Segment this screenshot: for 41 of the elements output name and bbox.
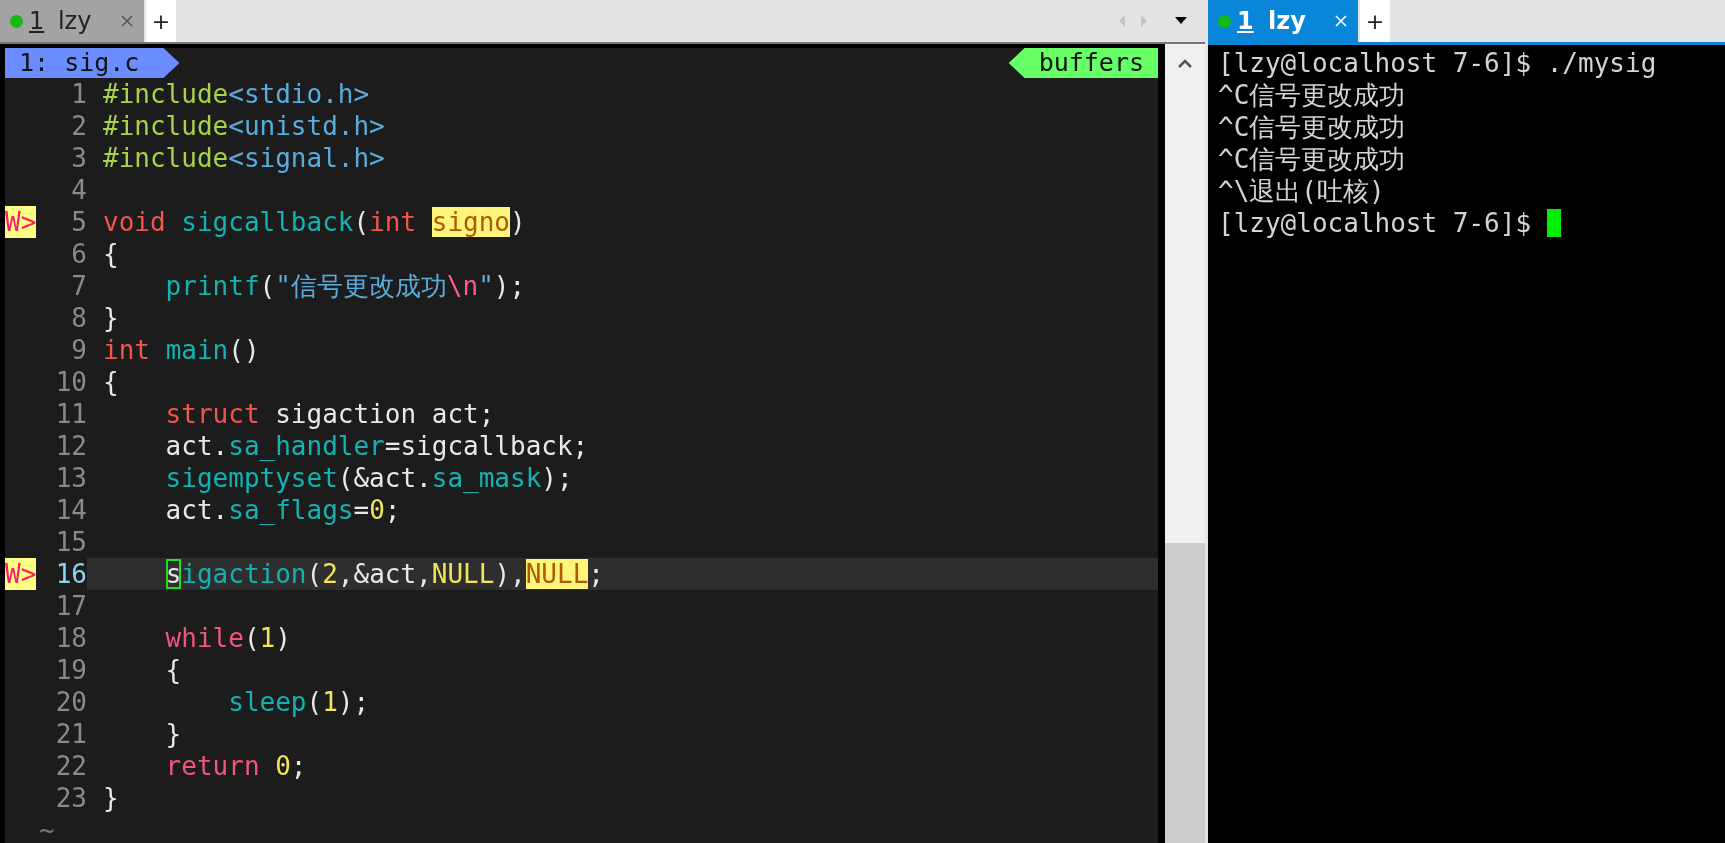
line-number: 16 [39,558,87,590]
code-line: while(1) [164,622,291,654]
code-line: sigaction(2,&act,NULL),NULL; [164,558,604,590]
new-tab-button[interactable]: + [144,0,176,42]
buffers-label: buffers [1008,48,1158,78]
code-line: #include<signal.h> [103,142,385,174]
terminal-line: ^C信号更改成功 [1218,79,1406,111]
terminal-line: [lzy@localhost 7-6]$ ./mysig [1218,47,1657,79]
session-tab[interactable]: 1 lzy [1208,0,1358,42]
code-line: sigemptyset(&act.sa_mask); [164,462,573,494]
empty-line-marker: ~ [39,814,55,843]
code-line: sleep(1); [227,686,370,718]
new-tab-button[interactable]: + [1358,0,1390,42]
session-tab[interactable]: 1 lzy [0,0,144,42]
code-line: } [103,302,119,334]
code-line: void sigcallback(int signo) [103,206,526,238]
terminal-line: ^C信号更改成功 [1218,143,1406,175]
terminal-line: ^\退出(吐核) [1218,175,1385,207]
warning-sign: W> [5,206,37,238]
scroll-up-icon[interactable] [1177,58,1193,68]
code-line: { [103,366,119,398]
terminal-line: ^C信号更改成功 [1218,111,1406,143]
dropdown-icon[interactable] [1175,17,1187,25]
code-line: } [103,782,119,814]
code-line: act.sa_flags=0; [164,494,401,526]
code-line: return 0; [164,750,307,782]
buffer-name: 1: sig.c [5,48,180,78]
code-line: printf("信号更改成功\n"); [164,270,526,302]
code-line: struct sigaction act; [164,398,495,430]
code-line: #include<unistd.h> [103,110,385,142]
scrollbar[interactable] [1165,44,1205,843]
code-line: { [103,238,119,270]
terminal-line: [lzy@localhost 7-6]$ [1218,207,1532,239]
warning-sign: W> [5,558,37,590]
scrollbar-thumb[interactable] [1165,543,1205,843]
code-line: } [164,718,182,750]
code-line: int main() [103,334,260,366]
code-line: #include<stdio.h> [103,78,370,110]
code-line: act.sa_handler=sigcallback; [164,430,589,462]
close-icon[interactable] [120,14,134,28]
code-line: { [164,654,182,686]
